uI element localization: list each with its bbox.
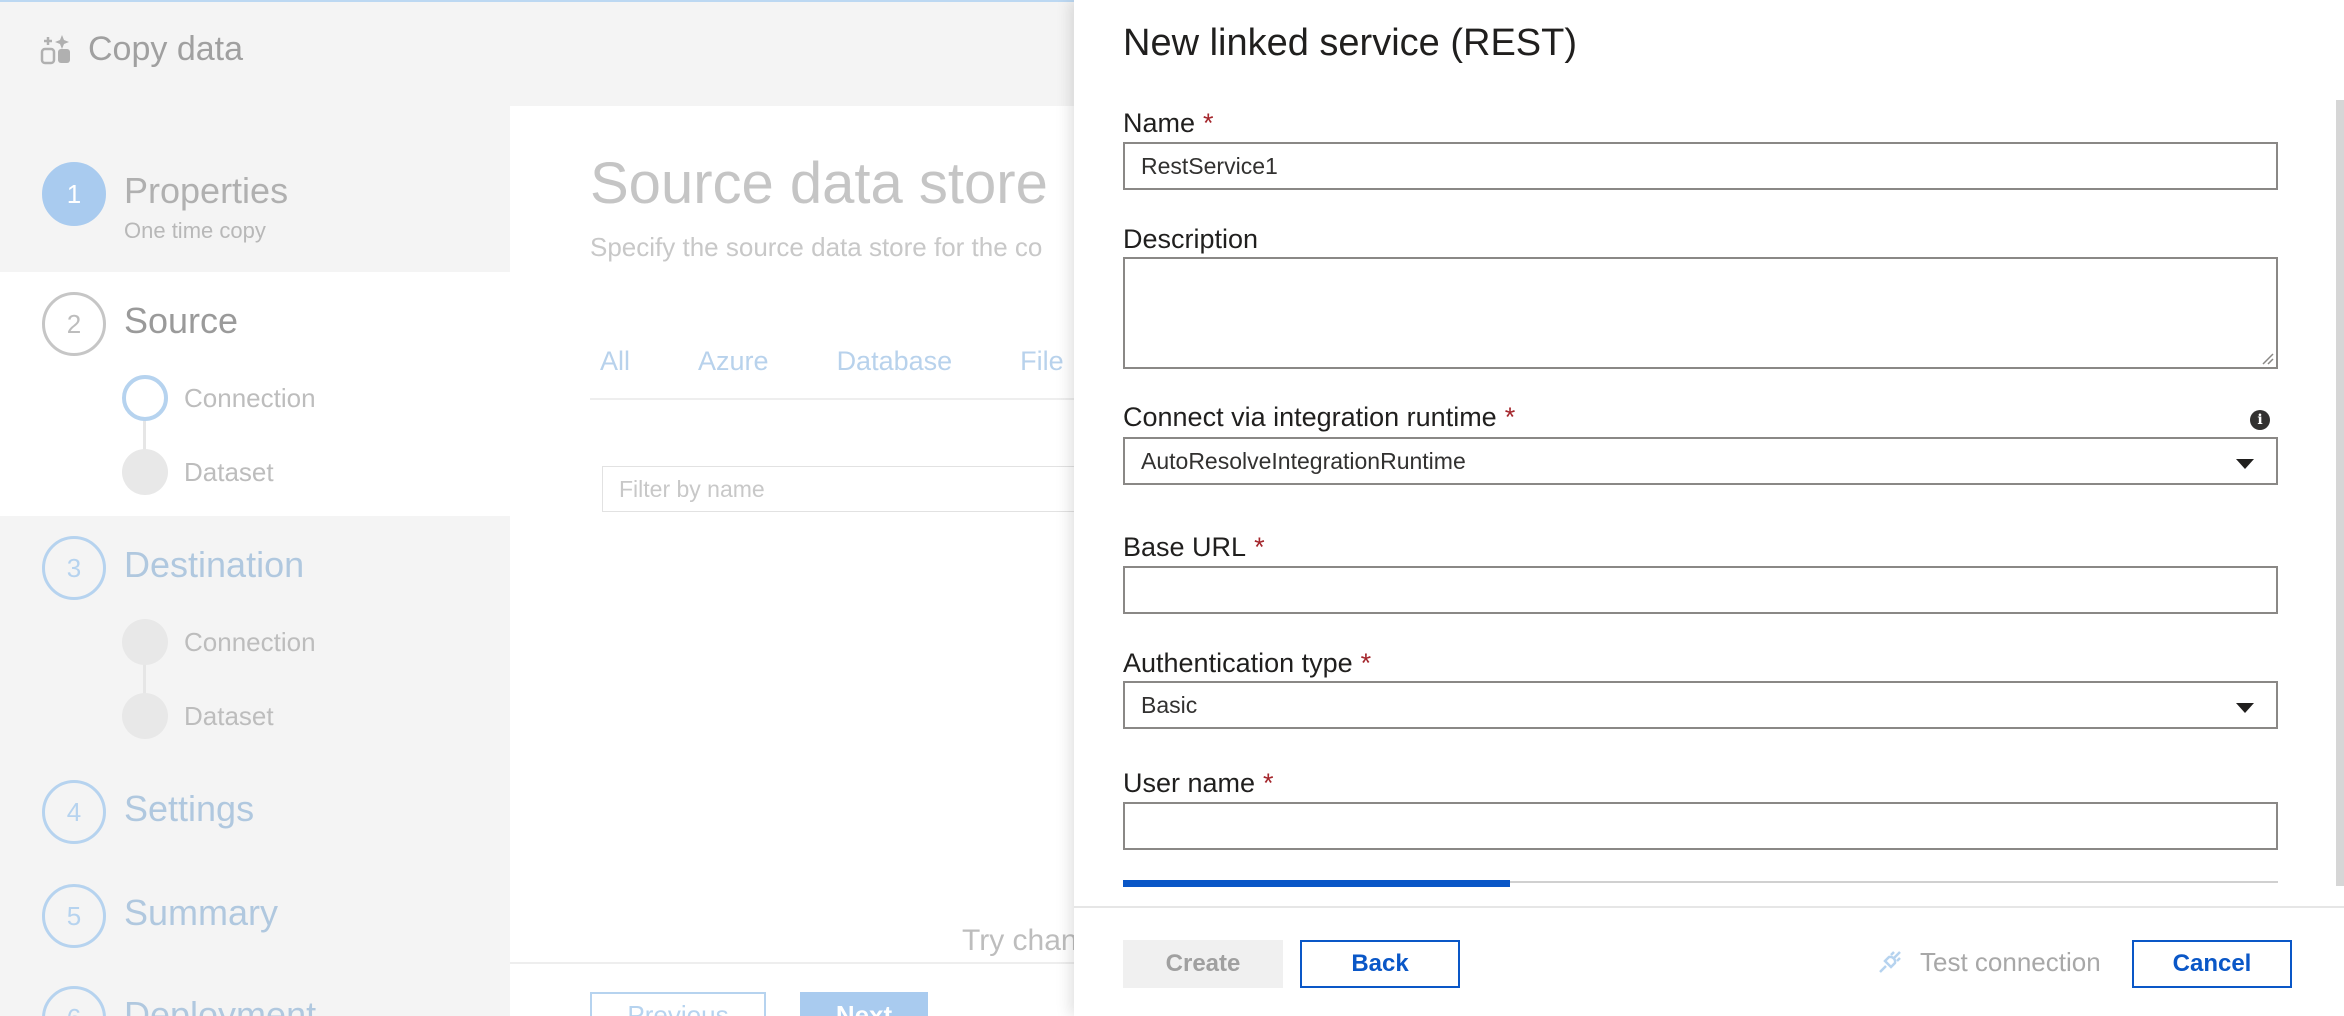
step-number: 4 bbox=[42, 780, 106, 844]
runtime-label: Connect via integration runtime * bbox=[1123, 402, 1515, 433]
empty-results-hint: Try chan bbox=[962, 924, 1078, 957]
step-summary[interactable]: 5 Summary bbox=[42, 884, 278, 948]
name-field[interactable]: RestService1 bbox=[1123, 142, 2278, 190]
panel-title: New linked service (REST) bbox=[1123, 22, 1577, 64]
tab-database[interactable]: Database bbox=[827, 346, 963, 377]
wizard-header: Copy data bbox=[40, 30, 243, 69]
test-connection-button[interactable]: Test connection bbox=[1874, 946, 2101, 978]
panel-scrollbar[interactable] bbox=[2336, 100, 2344, 886]
chevron-down-icon bbox=[2236, 459, 2254, 469]
required-marker: * bbox=[1504, 402, 1516, 432]
step-settings[interactable]: 4 Settings bbox=[42, 780, 254, 844]
step-destination[interactable]: 3 Destination bbox=[42, 536, 304, 600]
substep-source-connection[interactable]: Connection bbox=[122, 375, 316, 421]
plug-icon bbox=[1879, 951, 1901, 973]
previous-button[interactable]: Previous bbox=[590, 992, 766, 1016]
tab-file[interactable]: File bbox=[1010, 346, 1074, 377]
name-label-text: Name bbox=[1123, 108, 1196, 138]
substep-marker bbox=[122, 449, 168, 495]
user-name-field[interactable] bbox=[1123, 802, 2278, 850]
step-number: 1 bbox=[42, 162, 106, 226]
description-field[interactable] bbox=[1123, 257, 2278, 369]
resize-grip-icon[interactable] bbox=[2260, 351, 2274, 365]
step-deployment[interactable]: 6 Deployment bbox=[42, 986, 316, 1016]
required-marker: * bbox=[1254, 532, 1265, 562]
auth-type-label-text: Authentication type bbox=[1123, 648, 1353, 678]
name-label: Name * bbox=[1123, 108, 1214, 139]
step-source[interactable]: 2 Source bbox=[42, 292, 238, 356]
runtime-select[interactable]: AutoResolveIntegrationRuntime bbox=[1123, 437, 2278, 485]
base-url-label: Base URL * bbox=[1123, 532, 1265, 563]
substep-label: Connection bbox=[184, 382, 316, 413]
required-marker: * bbox=[1263, 768, 1274, 798]
step-number: 5 bbox=[42, 884, 106, 948]
substep-marker bbox=[122, 375, 168, 421]
step-label: Properties bbox=[124, 170, 289, 211]
next-button[interactable]: Next bbox=[800, 992, 928, 1016]
step-number: 2 bbox=[42, 292, 106, 356]
step-label: Summary bbox=[124, 892, 279, 933]
base-url-field[interactable] bbox=[1123, 566, 2278, 614]
substep-marker bbox=[122, 619, 168, 665]
user-name-label-text: User name bbox=[1123, 768, 1256, 798]
auth-type-select[interactable]: Basic bbox=[1123, 681, 2278, 729]
substep-marker bbox=[122, 693, 168, 739]
substep-label: Dataset bbox=[184, 700, 274, 731]
auth-type-value: Basic bbox=[1141, 692, 1198, 718]
page-title: Source data store bbox=[590, 151, 1048, 216]
tab-all[interactable]: All bbox=[590, 346, 640, 377]
runtime-label-text: Connect via integration runtime bbox=[1123, 402, 1497, 432]
cancel-button[interactable]: Cancel bbox=[2132, 940, 2292, 988]
step-sub-label: One time copy bbox=[124, 218, 266, 243]
step-label: Deployment bbox=[124, 994, 317, 1016]
wizard-title: Copy data bbox=[88, 30, 243, 68]
step-number: 6 bbox=[42, 986, 106, 1016]
back-button[interactable]: Back bbox=[1300, 940, 1460, 988]
substep-destination-connection[interactable]: Connection bbox=[122, 619, 316, 665]
base-url-label-text: Base URL bbox=[1123, 532, 1247, 562]
step-label: Source bbox=[124, 300, 239, 341]
substep-destination-dataset[interactable]: Dataset bbox=[122, 693, 274, 739]
page-subtitle: Specify the source data store for the co bbox=[590, 232, 1043, 262]
loading-progress-bar bbox=[1123, 880, 1510, 887]
runtime-value: AutoResolveIntegrationRuntime bbox=[1141, 448, 1466, 474]
tab-azure[interactable]: Azure bbox=[688, 346, 779, 377]
substep-label: Connection bbox=[184, 626, 316, 657]
new-linked-service-panel: New linked service (REST) Name * RestServ… bbox=[1074, 0, 2344, 1016]
create-button[interactable]: Create bbox=[1123, 940, 1283, 988]
auth-type-label: Authentication type * bbox=[1123, 648, 1371, 679]
chevron-down-icon bbox=[2236, 703, 2254, 713]
substep-label: Dataset bbox=[184, 456, 274, 487]
footer-divider bbox=[1074, 906, 2344, 908]
required-marker: * bbox=[1203, 108, 1214, 138]
step-label: Destination bbox=[124, 544, 305, 585]
info-icon[interactable]: i bbox=[2250, 410, 2270, 430]
description-label: Description bbox=[1123, 224, 1259, 254]
test-connection-label: Test connection bbox=[1920, 946, 2101, 977]
required-marker: * bbox=[1360, 648, 1372, 678]
step-number: 3 bbox=[42, 536, 106, 600]
substep-source-dataset[interactable]: Dataset bbox=[122, 449, 274, 495]
copy-data-icon bbox=[40, 34, 70, 64]
step-label: Settings bbox=[124, 788, 255, 829]
step-properties[interactable]: 1 Properties One time copy bbox=[42, 162, 288, 244]
user-name-label: User name * bbox=[1123, 768, 1274, 799]
